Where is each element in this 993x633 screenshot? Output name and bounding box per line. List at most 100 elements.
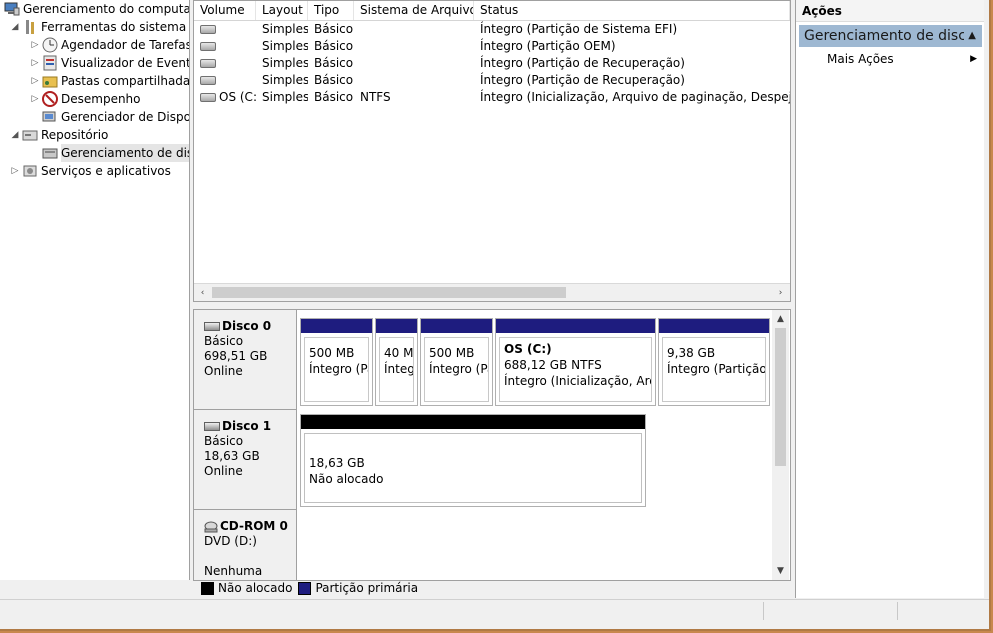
volume-icon bbox=[200, 42, 216, 51]
actions-group-label: Gerenciamento de disco bbox=[804, 28, 975, 44]
hard-disk-icon bbox=[204, 322, 220, 331]
volume-layout: Simples bbox=[262, 56, 308, 70]
disk-1-unallocated-space[interactable]: 18,63 GB Não alocado bbox=[300, 414, 646, 507]
partition-legend: Não alocado Partição primária bbox=[195, 580, 789, 597]
volume-list-horizontal-scrollbar[interactable]: ‹ › bbox=[194, 283, 790, 301]
scrollbar-thumb[interactable] bbox=[212, 287, 566, 298]
disk-0-partition-os[interactable]: OS (C:) 688,12 GB NTFS Íntegro (Iniciali… bbox=[495, 318, 656, 406]
tree-item-storage[interactable]: ◢ Repositório bbox=[10, 126, 109, 144]
partition-status: Não alocado bbox=[309, 472, 384, 486]
more-actions-item[interactable]: Mais Ações ▶ bbox=[827, 50, 977, 68]
disk-management-icon bbox=[42, 145, 58, 161]
disk-0-size: 698,51 GB bbox=[204, 349, 268, 363]
tree-item-disk-management[interactable]: Gerenciamento de disco bbox=[42, 144, 189, 162]
partition-size: 688,12 GB NTFS bbox=[504, 358, 602, 372]
disk-1-name: Disco 1 bbox=[222, 419, 272, 433]
volume-name: OS (C:) bbox=[219, 90, 256, 104]
disk-0-partition-1[interactable]: 500 MB Íntegro (Pa bbox=[300, 318, 373, 406]
tree-item-device-manager[interactable]: Gerenciador de Dispositivos bbox=[42, 108, 189, 126]
cd-drive-icon bbox=[204, 521, 218, 533]
column-file-system[interactable]: Sistema de Arquivos bbox=[354, 1, 474, 20]
primary-partition-bar bbox=[421, 319, 492, 333]
volume-row[interactable]: Simples Básico Íntegro (Partição OEM) bbox=[194, 38, 790, 55]
disk-1-info[interactable]: Disco 1 Básico 18,63 GB Online bbox=[194, 410, 297, 510]
volume-row[interactable]: Simples Básico Íntegro (Partição de Sist… bbox=[194, 21, 790, 38]
actions-group-disk-management[interactable]: Gerenciamento de disco ▲ bbox=[799, 25, 982, 47]
volume-status: Íntegro (Partição de Recuperação) bbox=[480, 73, 685, 87]
scroll-down-icon[interactable]: ▼ bbox=[772, 562, 789, 579]
shared-folder-icon bbox=[42, 73, 58, 89]
volume-icon bbox=[200, 93, 216, 102]
collapse-up-icon[interactable]: ▲ bbox=[964, 25, 976, 47]
legend-unallocated: Não alocado bbox=[218, 581, 293, 595]
tree-item-root[interactable]: Gerenciamento do computador (Local) bbox=[4, 0, 189, 18]
scrollbar-thumb[interactable] bbox=[775, 328, 786, 466]
column-type[interactable]: Tipo bbox=[308, 1, 354, 20]
primary-partition-bar bbox=[659, 319, 769, 333]
expand-icon[interactable]: ▷ bbox=[10, 162, 20, 180]
primary-partition-bar bbox=[301, 319, 372, 333]
primary-partition-bar bbox=[376, 319, 417, 333]
collapse-icon[interactable]: ◢ bbox=[10, 126, 20, 144]
tree-item-shared-folders[interactable]: ▷ Pastas compartilhadas bbox=[30, 72, 190, 90]
volume-row[interactable]: OS (C:) Simples Básico NTFS Íntegro (Ini… bbox=[194, 89, 790, 106]
volume-row[interactable]: Simples Básico Íntegro (Partição de Recu… bbox=[194, 55, 790, 72]
partition-status: Íntegro (Inicialização, Arquiv bbox=[504, 374, 651, 388]
scroll-left-icon[interactable]: ‹ bbox=[194, 284, 211, 301]
disk-1-type: Básico bbox=[204, 434, 244, 448]
volume-type: Básico bbox=[314, 73, 354, 87]
expand-icon[interactable]: ▷ bbox=[30, 90, 40, 108]
expand-icon[interactable]: ▷ bbox=[30, 72, 40, 90]
disk-0-partition-2[interactable]: 40 MB Íntegro bbox=[375, 318, 418, 406]
volume-status: Íntegro (Partição de Recuperação) bbox=[480, 56, 685, 70]
legend-primary-partition: Partição primária bbox=[315, 581, 419, 595]
disk-0-info[interactable]: Disco 0 Básico 698,51 GB Online bbox=[194, 310, 297, 410]
partition-size: 500 MB bbox=[429, 346, 475, 360]
scroll-right-icon[interactable]: › bbox=[772, 284, 789, 301]
expand-icon[interactable]: ▷ bbox=[30, 54, 40, 72]
partition-size: 18,63 GB bbox=[309, 456, 365, 470]
volume-icon bbox=[200, 25, 216, 34]
cdrom-0-info[interactable]: CD-ROM 0 DVD (D:) Nenhuma mídia bbox=[194, 510, 297, 580]
volume-type: Básico bbox=[314, 90, 354, 104]
disk-graphical-view: Disco 0 Básico 698,51 GB Online 500 MB Í… bbox=[193, 309, 791, 581]
expand-icon[interactable]: ▷ bbox=[30, 36, 40, 54]
volume-type: Básico bbox=[314, 22, 354, 36]
disk-0-state: Online bbox=[204, 364, 243, 378]
volume-type: Básico bbox=[314, 39, 354, 53]
computer-management-icon bbox=[4, 1, 20, 17]
disk-0-type: Básico bbox=[204, 334, 244, 348]
tree-item-performance[interactable]: ▷ Desempenho bbox=[30, 90, 141, 108]
scroll-up-icon[interactable]: ▲ bbox=[772, 310, 789, 327]
partition-status: Íntegro (Partição d bbox=[667, 362, 766, 376]
volume-layout: Simples bbox=[262, 22, 308, 36]
tree-item-event-viewer[interactable]: ▷ Visualizador de Eventos bbox=[30, 54, 189, 72]
volume-icon bbox=[200, 76, 216, 85]
more-actions-label: Mais Ações bbox=[827, 52, 894, 66]
actions-title: Ações bbox=[796, 0, 984, 22]
tree-item-services-apps[interactable]: ▷ Serviços e aplicativos bbox=[10, 162, 171, 180]
disk-0-partition-3[interactable]: 500 MB Íntegro (Pa bbox=[420, 318, 493, 406]
column-layout[interactable]: Layout bbox=[256, 1, 308, 20]
services-icon bbox=[22, 163, 38, 179]
tree-label-shared-folders: Pastas compartilhadas bbox=[61, 74, 190, 88]
tree-label-system-tools: Ferramentas do sistema bbox=[41, 20, 187, 34]
tree-label-disk-management: Gerenciamento de disco bbox=[61, 144, 189, 162]
tree-label-task-scheduler: Agendador de Tarefas bbox=[61, 38, 190, 52]
tree-item-task-scheduler[interactable]: ▷ Agendador de Tarefas bbox=[30, 36, 190, 54]
volume-list: Volume Layout Tipo Sistema de Arquivos S… bbox=[193, 0, 791, 302]
collapse-icon[interactable]: ◢ bbox=[10, 18, 20, 36]
tree-label-services-apps: Serviços e aplicativos bbox=[41, 164, 171, 178]
disk-0-partition-5[interactable]: 9,38 GB Íntegro (Partição d bbox=[658, 318, 770, 406]
disk-0-name: Disco 0 bbox=[222, 319, 272, 333]
partition-title: OS (C:) bbox=[504, 342, 552, 356]
column-status[interactable]: Status bbox=[474, 1, 790, 20]
volume-status: Íntegro (Inicialização, Arquivo de pagin… bbox=[480, 90, 790, 104]
volume-icon bbox=[200, 59, 216, 68]
tree-item-system-tools[interactable]: ◢ Ferramentas do sistema bbox=[10, 18, 186, 36]
column-volume[interactable]: Volume bbox=[194, 1, 256, 20]
primary-partition-swatch bbox=[298, 582, 312, 595]
volume-row[interactable]: Simples Básico Íntegro (Partição de Recu… bbox=[194, 72, 790, 89]
disk-view-vertical-scrollbar[interactable]: ▲ ▼ bbox=[772, 310, 789, 580]
partition-status: Íntegro (Pa bbox=[309, 362, 369, 376]
